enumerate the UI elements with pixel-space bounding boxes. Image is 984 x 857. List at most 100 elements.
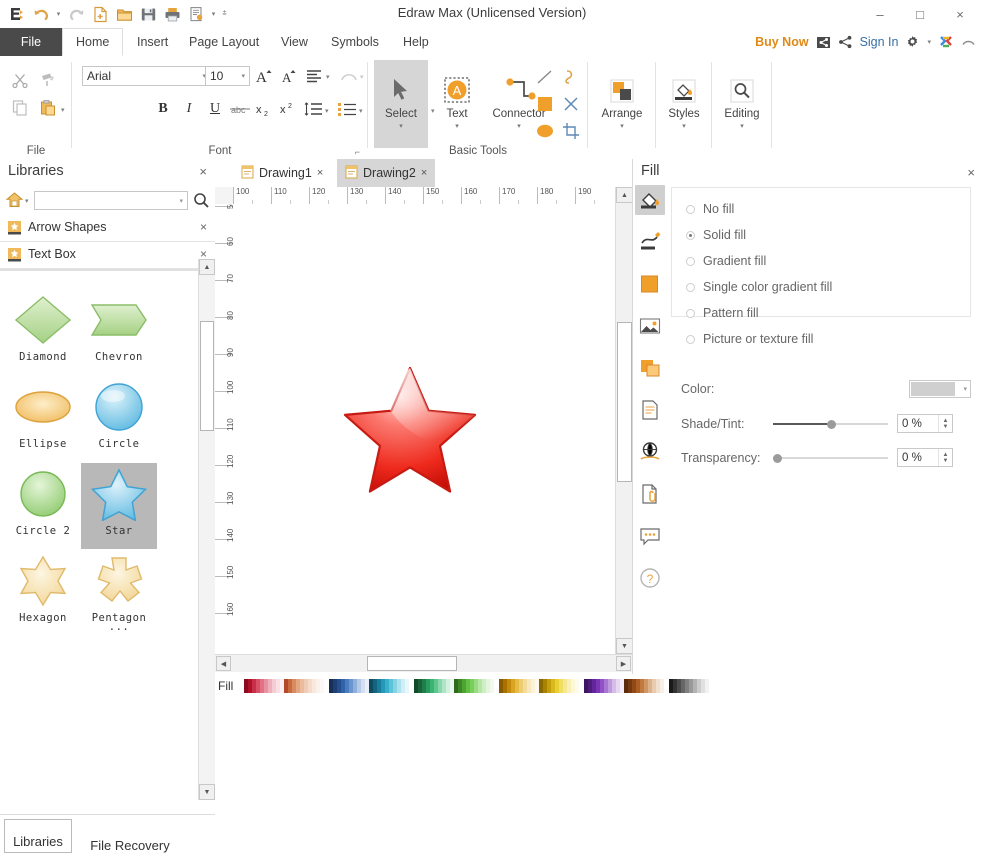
shape-item-star[interactable]: Star: [81, 463, 157, 549]
help-icon[interactable]: ?: [635, 563, 665, 593]
line-spacing-button[interactable]: [302, 98, 324, 120]
copy-icon[interactable]: [8, 96, 32, 120]
radio-button[interactable]: [686, 205, 695, 214]
arrange-button[interactable]: Arrange ▾: [595, 60, 649, 148]
scrollbar-thumb[interactable]: [367, 656, 457, 671]
italic-button[interactable]: I: [178, 98, 200, 120]
canvas-vertical-scrollbar[interactable]: ▲ ▼: [615, 187, 633, 654]
paste-icon[interactable]: [36, 96, 60, 120]
fill-option-pattern-fill[interactable]: Pattern fill: [686, 306, 759, 320]
layer-icon[interactable]: [635, 353, 665, 383]
text-page-icon[interactable]: [635, 395, 665, 425]
cross-tool-icon[interactable]: [558, 91, 584, 117]
search-icon[interactable]: [193, 192, 210, 212]
scrollbar-thumb[interactable]: [200, 321, 214, 431]
superscript-button[interactable]: x2: [278, 98, 300, 120]
document-tab-close-icon[interactable]: ×: [317, 167, 323, 179]
spinner-down-icon[interactable]: ▼: [943, 458, 949, 464]
shade-tint-slider[interactable]: [773, 417, 888, 431]
tab-home[interactable]: Home: [62, 28, 123, 56]
line-icon[interactable]: [635, 227, 665, 257]
document-tab-close-icon[interactable]: ×: [421, 167, 427, 179]
star-shape[interactable]: [233, 204, 615, 654]
underline-button[interactable]: U: [204, 98, 226, 120]
tab-symbols[interactable]: Symbols: [318, 28, 392, 56]
radio-button[interactable]: [686, 283, 695, 292]
scroll-up-arrow-icon[interactable]: ▲: [616, 187, 633, 203]
curved-text-icon[interactable]: [337, 64, 361, 88]
editing-button[interactable]: Editing ▾: [715, 60, 769, 148]
gear-icon[interactable]: [905, 35, 920, 50]
shape-item-circle-2[interactable]: Circle 2: [5, 463, 81, 549]
library-group-text-box[interactable]: Text Box ×: [0, 242, 215, 269]
tab-view[interactable]: View: [268, 28, 321, 56]
cut-icon[interactable]: [8, 68, 32, 92]
home-icon[interactable]: [5, 191, 24, 212]
scroll-down-arrow-icon[interactable]: ▼: [616, 638, 633, 654]
shape-item-hexagon[interactable]: Hexagon: [5, 550, 81, 631]
colorful-star-icon[interactable]: [938, 34, 954, 50]
tab-insert[interactable]: Insert: [124, 28, 181, 56]
fill-option-gradient-fill[interactable]: Gradient fill: [686, 254, 766, 268]
slider-knob[interactable]: [827, 420, 836, 429]
radio-button[interactable]: [686, 231, 695, 240]
styles-button[interactable]: Styles ▾: [657, 60, 711, 148]
fill-panel-close-icon[interactable]: ×: [967, 165, 975, 180]
scroll-up-arrow-icon[interactable]: ▲: [199, 259, 215, 275]
fill-option-picture-or-texture-fill[interactable]: Picture or texture fill: [686, 332, 813, 346]
subscript-button[interactable]: x2: [254, 98, 276, 120]
document-tab-drawing2[interactable]: Drawing2 ×: [337, 159, 435, 187]
library-group-close-icon[interactable]: ×: [200, 220, 207, 234]
font-family-combo[interactable]: Arial ▾: [82, 66, 211, 86]
grow-font-icon[interactable]: A: [252, 64, 276, 88]
document-tab-drawing1[interactable]: Drawing1 ×: [233, 159, 331, 187]
text-tool-caret[interactable]: ▾: [430, 122, 484, 130]
scroll-down-arrow-icon[interactable]: ▼: [199, 784, 215, 800]
curve-tool-icon[interactable]: [558, 64, 584, 90]
radio-button[interactable]: [686, 335, 695, 344]
tab-help[interactable]: Help: [390, 28, 442, 56]
attachment-icon[interactable]: [635, 479, 665, 509]
close-button[interactable]: ×: [940, 0, 980, 28]
radio-button[interactable]: [686, 309, 695, 318]
bold-button[interactable]: B: [152, 98, 174, 120]
gear-dropdown-caret[interactable]: ▾: [927, 38, 931, 46]
bullet-list-button[interactable]: [336, 98, 358, 120]
transparency-slider[interactable]: [773, 451, 888, 465]
format-painter-icon[interactable]: [36, 68, 60, 92]
shape-item-diamond[interactable]: Diamond: [5, 289, 81, 375]
shape-item-circle[interactable]: Circle: [81, 376, 157, 462]
scroll-right-arrow-icon[interactable]: ▶: [616, 656, 631, 671]
hyperlink-icon[interactable]: [635, 437, 665, 467]
shape-item-pentagon[interactable]: Pentagon ···: [81, 550, 157, 631]
fill-option-single-color-gradient-fill[interactable]: Single color gradient fill: [686, 280, 832, 294]
drawing-sheet[interactable]: [233, 204, 615, 654]
slider-knob[interactable]: [773, 454, 782, 463]
shade-tint-spinner[interactable]: 0 % ▲ ▼: [897, 414, 953, 433]
chevron-down-icon[interactable]: ▾: [963, 385, 967, 393]
fill-option-solid-fill[interactable]: Solid fill: [686, 228, 746, 242]
fill-bar-swatches[interactable]: [244, 679, 709, 693]
tab-page-layout[interactable]: Page Layout: [176, 28, 272, 56]
shape-item-ellipse[interactable]: Ellipse: [5, 376, 81, 462]
collapse-ribbon-icon[interactable]: [961, 36, 976, 48]
maximize-button[interactable]: □: [900, 0, 940, 28]
tab-file[interactable]: File: [0, 28, 62, 56]
fill-icon[interactable]: [635, 185, 665, 215]
shadow-icon[interactable]: [635, 269, 665, 299]
shape-item-chevron[interactable]: Chevron: [81, 289, 157, 375]
bottom-tab-libraries[interactable]: Libraries: [4, 819, 72, 853]
library-group-arrow-shapes[interactable]: Arrow Shapes ×: [0, 215, 215, 242]
chevron-down-icon[interactable]: ▾: [241, 72, 245, 80]
vertical-ruler[interactable]: 50 60 70 80 90 100 110 120 130 140 150 1…: [215, 204, 234, 654]
strikethrough-button[interactable]: abc: [228, 98, 252, 120]
minimize-button[interactable]: –: [860, 0, 900, 28]
libraries-scrollbar[interactable]: ▲ ▼: [198, 259, 215, 800]
libraries-close-icon[interactable]: ×: [199, 164, 207, 179]
crop-tool-icon[interactable]: [558, 118, 584, 144]
fill-color-button[interactable]: ▾: [909, 380, 971, 398]
comment-icon[interactable]: [635, 521, 665, 551]
transparency-spinner[interactable]: 0 % ▲ ▼: [897, 448, 953, 467]
ellipse-tool-icon[interactable]: [532, 118, 558, 144]
line-spacing-dropdown-caret[interactable]: ▾: [325, 107, 329, 115]
